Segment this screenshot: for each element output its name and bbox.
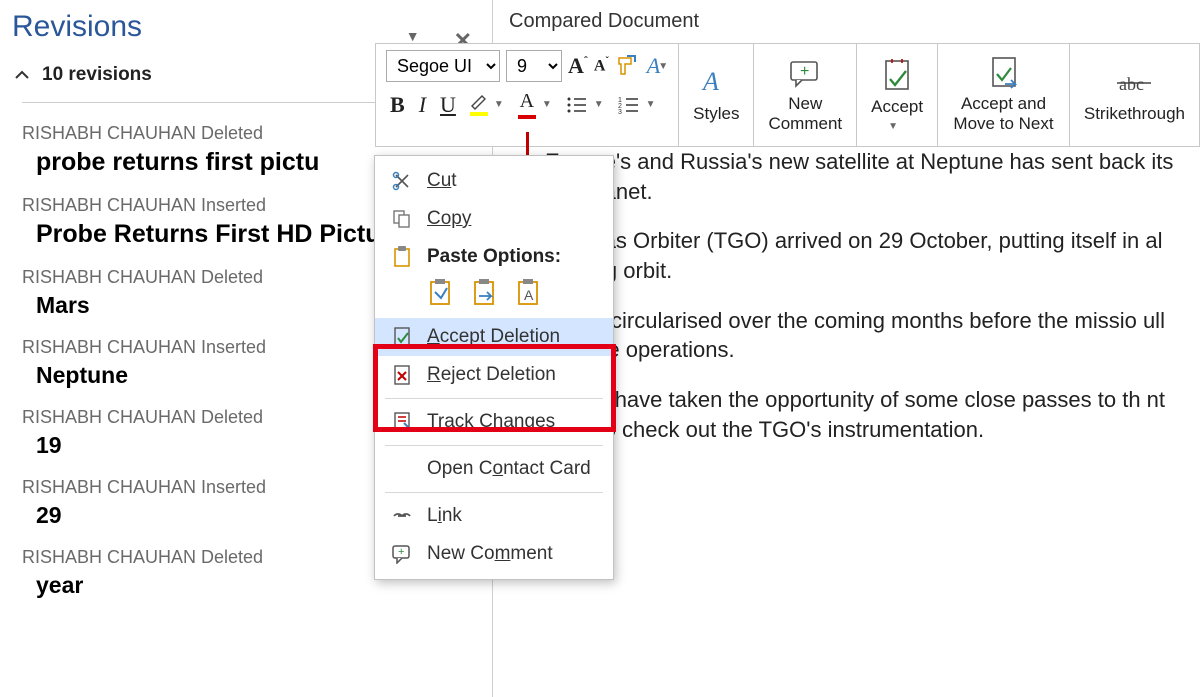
svg-text:A: A <box>524 287 534 303</box>
italic-button[interactable]: I <box>419 92 426 118</box>
format-painter-icon[interactable] <box>615 54 639 78</box>
paste-text-only-icon[interactable]: A <box>515 278 543 308</box>
accept-label: Accept <box>871 97 923 117</box>
blank-icon <box>391 458 413 480</box>
reject-deletion-menu-item[interactable]: Reject Deletion <box>375 356 613 394</box>
new-comment-button[interactable]: + New Comment <box>754 44 857 146</box>
accept-move-next-button[interactable]: Accept and Move to Next <box>938 44 1070 146</box>
highlight-button[interactable] <box>470 94 488 116</box>
chevron-down-icon[interactable]: ▼ <box>888 121 898 132</box>
separator <box>385 445 603 446</box>
doc-paragraph: entists have taken the opportunity of so… <box>545 385 1200 444</box>
link-menu-item[interactable]: Link <box>375 497 613 535</box>
revision-meta: RISHABH CHAUHAN Deleted <box>22 123 263 143</box>
accept-deletion-icon <box>391 326 413 348</box>
mini-toolbar: Segoe UI 9 Aˆ Aˇ A ▼ B I U <box>375 43 1200 147</box>
bold-button[interactable]: B <box>390 92 405 118</box>
open-contact-card-menu-item[interactable]: Open Contact Card <box>375 450 613 488</box>
chevron-down-icon[interactable]: ▼ <box>646 99 656 110</box>
separator <box>385 492 603 493</box>
track-changes-menu-item[interactable]: Track Changes <box>375 403 613 441</box>
copy-icon <box>391 208 413 230</box>
track-changes-icon <box>391 411 413 433</box>
comment-icon: + <box>391 543 413 565</box>
accept-button[interactable]: Accept ▼ <box>857 44 938 146</box>
styles-button[interactable]: A Styles <box>679 44 754 146</box>
strikethrough-label: Strikethrough <box>1084 104 1185 124</box>
chevron-down-icon[interactable]: ▼ <box>542 99 552 110</box>
svg-text:abc: abc <box>1119 74 1144 94</box>
svg-text:3: 3 <box>618 109 622 114</box>
chevron-down-icon[interactable]: ▼ <box>494 99 504 110</box>
paste-merge-icon[interactable] <box>471 278 499 308</box>
new-comment-label: New Comment <box>768 94 842 134</box>
doc-paragraph: Europe's and Russia's new satellite at N… <box>545 147 1200 206</box>
scissors-icon <box>391 170 413 192</box>
copy-label: Copy <box>427 208 471 230</box>
strikethrough-button[interactable]: abc Strikethrough <box>1070 44 1199 146</box>
styles-label: Styles <box>693 104 739 124</box>
shrink-font-icon[interactable]: Aˇ <box>594 56 609 75</box>
accept-deletion-menu-item[interactable]: Accept Deletion <box>375 318 613 356</box>
revisions-count-label: 10 revisions <box>42 64 152 86</box>
chevron-down-icon[interactable]: ▼ <box>658 61 668 72</box>
numbering-button[interactable]: 123 <box>618 96 640 114</box>
paste-options-header: Paste Options: <box>375 238 613 274</box>
context-menu: Cut Copy Paste Options: A Accept Deletio… <box>374 155 614 580</box>
chevron-down-icon[interactable]: ▼ <box>594 99 604 110</box>
new-comment-menu-item[interactable]: + New Comment <box>375 535 613 573</box>
underline-button[interactable]: U <box>440 92 456 118</box>
svg-text:+: + <box>398 546 404 558</box>
font-size-select[interactable]: 9 <box>506 50 562 82</box>
separator <box>385 398 603 399</box>
grow-font-icon[interactable]: Aˆ <box>568 53 588 79</box>
font-family-select[interactable]: Segoe UI <box>386 50 500 82</box>
cut-menu-item[interactable]: Cut <box>375 162 613 200</box>
paste-icon <box>391 246 413 268</box>
svg-text:A: A <box>701 67 719 96</box>
compared-doc-title: Compared Document <box>493 0 1200 39</box>
doc-paragraph: ust be circularised over the coming mont… <box>545 306 1200 365</box>
paste-keep-formatting-icon[interactable] <box>427 278 455 308</box>
chevron-up-icon <box>14 67 30 83</box>
link-icon <box>391 505 413 527</box>
copy-menu-item[interactable]: Copy <box>375 200 613 238</box>
cut-label: Cu <box>427 170 451 191</box>
font-color-button[interactable]: A <box>518 90 536 119</box>
paste-options-label: Paste Options: <box>427 246 561 267</box>
svg-text:+: + <box>800 63 809 80</box>
bullets-button[interactable] <box>566 96 588 114</box>
doc-paragraph: ace Gas Orbiter (TGO) arrived on 29 Octo… <box>545 226 1200 285</box>
reject-deletion-icon <box>391 364 413 386</box>
accept-move-label: Accept and Move to Next <box>952 94 1055 134</box>
